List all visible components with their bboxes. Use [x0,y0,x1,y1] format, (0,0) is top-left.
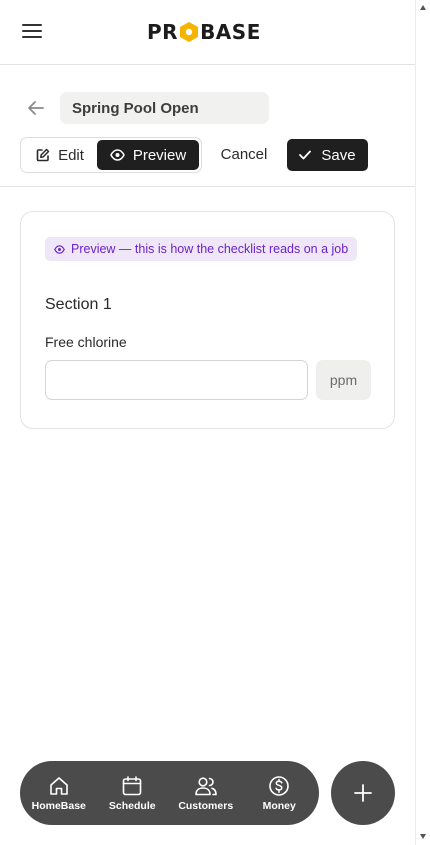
hamburger-menu-icon[interactable] [22,24,42,40]
nav-item-homebase[interactable]: HomeBase [22,775,96,812]
eye-icon [109,149,125,161]
section-title: Section 1 [45,296,112,313]
cancel-button[interactable]: Cancel [214,137,274,171]
scroll-down-arrow-icon[interactable] [420,834,426,839]
check-icon [299,150,312,160]
logo-hexagon-icon [180,22,199,42]
checklist-preview-card: Preview — this is how the checklist read… [20,211,395,429]
dollar-icon [269,775,290,796]
field-label: Free chlorine [45,334,127,350]
calendar-icon [122,775,142,795]
save-label: Save [321,146,356,164]
mode-toggle: Edit Preview [20,137,202,173]
checklist-name-input[interactable] [60,92,269,124]
eye-icon [54,244,65,254]
checklist-editor-header: Edit Preview Cancel Save [0,65,415,187]
arrow-left-icon[interactable] [26,99,46,117]
preview-mode-label: Preview [132,146,187,164]
add-fab-button[interactable] [331,761,395,825]
save-button[interactable]: Save [287,139,368,171]
logo-text-left: PR [147,20,179,44]
nav-label-customers: Customers [178,799,234,812]
nav-label-homebase: HomeBase [31,799,86,812]
logo-text-right: BASE [200,20,261,44]
plus-icon [354,784,372,802]
top-bar: PR BASE [0,0,415,65]
preview-notice-text: Preview — this is how the checklist read… [71,242,349,256]
scroll-up-arrow-icon[interactable] [420,5,426,10]
page-scrollbar[interactable] [415,0,430,845]
app-shell: PR BASE Edit [0,0,415,845]
pencil-square-icon [36,148,50,162]
nav-label-schedule: Schedule [108,799,156,812]
free-chlorine-input[interactable] [45,360,308,400]
preview-mode-button[interactable]: Preview [97,140,199,170]
nav-label-money: Money [262,799,296,812]
edit-mode-label: Edit [58,146,84,164]
probase-logo[interactable]: PR BASE [147,20,261,44]
edit-mode-button[interactable]: Edit [24,140,96,170]
bottom-navigation: HomeBase Schedule Customers Money [20,761,319,825]
nav-item-customers[interactable]: Customers [169,775,243,812]
nav-item-schedule[interactable]: Schedule [96,775,170,812]
nav-item-money[interactable]: Money [243,775,317,812]
unit-badge: ppm [316,360,371,400]
users-icon [194,776,217,795]
home-icon [49,776,68,795]
preview-notice-badge: Preview — this is how the checklist read… [45,237,358,261]
